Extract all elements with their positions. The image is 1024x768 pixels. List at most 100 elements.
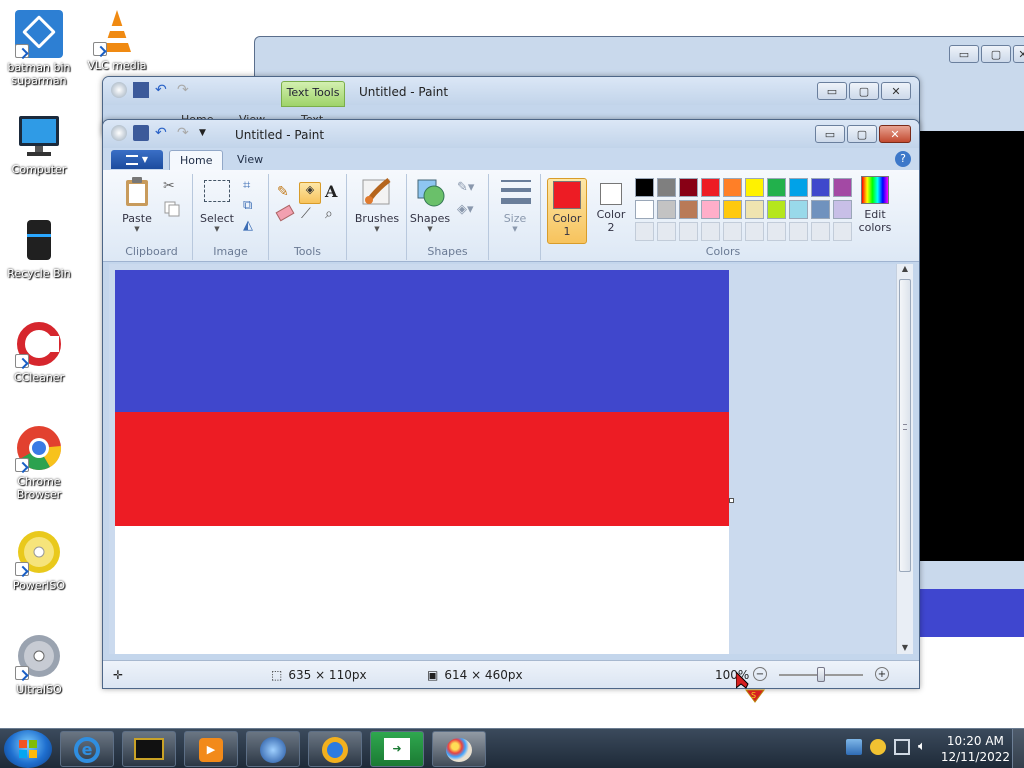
palette-swatch[interactable] [657, 222, 676, 241]
minimize-button[interactable]: ▭ [815, 125, 845, 143]
taskbar-ccleaner-browser[interactable] [308, 731, 362, 767]
magnifier-icon[interactable]: ⌕ [325, 206, 343, 224]
palette-swatch[interactable] [635, 200, 654, 219]
scroll-up-arrow[interactable]: ▲ [897, 264, 913, 273]
cut-icon[interactable]: ✂ [163, 178, 181, 196]
palette-swatch[interactable] [789, 178, 808, 197]
taskbar-app-4[interactable] [246, 731, 300, 767]
zoom-slider-thumb[interactable] [817, 667, 825, 682]
paint-menu-button[interactable]: ▼ [111, 150, 163, 169]
canvas-resize-handle[interactable] [729, 498, 734, 503]
show-desktop-button[interactable] [1012, 729, 1024, 768]
taskbar-app-6[interactable]: ➜ [370, 731, 424, 767]
color-picker-icon[interactable]: ⟋ [301, 206, 319, 224]
palette-swatch[interactable] [789, 222, 808, 241]
palette-swatch[interactable] [723, 178, 742, 197]
canvas-area[interactable]: ▲ ▼ [109, 264, 913, 654]
undo-icon[interactable]: ↶ [155, 82, 171, 98]
palette-swatch[interactable] [767, 178, 786, 197]
palette-swatch[interactable] [745, 178, 764, 197]
edit-colors-button[interactable]: Edit colors [851, 176, 899, 234]
save-icon[interactable] [133, 82, 149, 98]
taskbar-media-player[interactable]: ▶ [184, 731, 238, 767]
taskbar-media-app[interactable] [122, 731, 176, 767]
redo-icon[interactable]: ↷ [177, 82, 193, 98]
rotate-icon[interactable]: ◭ [243, 218, 261, 236]
desktop-icon-vlc[interactable]: VLC media [79, 8, 155, 72]
palette-swatch[interactable] [679, 178, 698, 197]
action-center-icon[interactable] [846, 739, 862, 755]
palette-swatch[interactable] [833, 222, 852, 241]
palette-swatch[interactable] [657, 200, 676, 219]
help-icon[interactable]: ? [895, 151, 911, 167]
palette-swatch[interactable] [701, 200, 720, 219]
resize-icon[interactable]: ⧉ [243, 198, 261, 216]
close-button[interactable]: ✕ [1013, 45, 1024, 63]
size-button[interactable]: Size ▼ [493, 176, 537, 233]
palette-swatch[interactable] [701, 178, 720, 197]
tab-home[interactable]: Home [169, 150, 224, 170]
undo-icon[interactable]: ↶ [155, 125, 171, 141]
chevron-down-icon[interactable]: ▼ [199, 125, 215, 141]
maximize-button[interactable]: ▢ [847, 125, 877, 143]
maximize-button[interactable]: ▢ [981, 45, 1011, 63]
desktop-icon-ultraiso[interactable]: UltraISO [1, 632, 77, 696]
palette-swatch[interactable] [723, 222, 742, 241]
fill-bucket-icon[interactable]: ◈ [299, 182, 321, 204]
taskbar-paint[interactable] [432, 731, 486, 767]
palette-swatch[interactable] [679, 200, 698, 219]
palette-swatch[interactable] [811, 222, 830, 241]
palette-swatch[interactable] [767, 222, 786, 241]
zoom-slider[interactable] [779, 667, 863, 682]
close-button[interactable]: ✕ [879, 125, 911, 143]
palette-swatch[interactable] [767, 200, 786, 219]
palette-swatch[interactable] [811, 200, 830, 219]
palette-swatch[interactable] [679, 222, 698, 241]
crop-icon[interactable]: ⌗ [243, 178, 261, 196]
desktop-icon-chrome[interactable]: Chrome Browser [1, 424, 77, 501]
tab-view[interactable]: View [227, 150, 273, 170]
desktop-icon-batman[interactable]: batman bin suparman [1, 10, 77, 87]
scroll-thumb[interactable] [899, 279, 911, 572]
palette-swatch[interactable] [745, 222, 764, 241]
clock[interactable]: 10:20 AM 12/11/2022 [941, 733, 1010, 765]
outline-icon[interactable]: ✎▾ [457, 180, 475, 198]
eraser-icon[interactable] [275, 204, 295, 222]
palette-swatch[interactable] [833, 200, 852, 219]
palette-swatch[interactable] [789, 200, 808, 219]
close-button[interactable]: ✕ [881, 82, 911, 100]
palette-swatch[interactable] [745, 200, 764, 219]
minimize-button[interactable]: ▭ [817, 82, 847, 100]
desktop-icon-poweriso[interactable]: PowerISO [1, 528, 77, 592]
palette-swatch[interactable] [635, 178, 654, 197]
network-icon[interactable] [894, 739, 910, 755]
pencil-icon[interactable]: ✎ [277, 184, 295, 202]
minimize-button[interactable]: ▭ [949, 45, 979, 63]
palette-swatch[interactable] [723, 200, 742, 219]
desktop-icon-computer[interactable]: Computer [1, 112, 77, 176]
desktop-icon-ccleaner[interactable]: CCleaner [1, 320, 77, 384]
paste-button[interactable]: Paste ▼ [115, 176, 159, 233]
palette-swatch[interactable] [701, 222, 720, 241]
start-button[interactable] [4, 730, 52, 768]
text-tools-contextual-tab[interactable]: Text Tools [281, 81, 345, 107]
palette-swatch[interactable] [811, 178, 830, 197]
select-button[interactable]: Select ▼ [195, 176, 239, 233]
palette-swatch[interactable] [635, 222, 654, 241]
desktop-icon-recycle-bin[interactable]: Recycle Bin [1, 216, 77, 280]
security-icon[interactable] [870, 739, 886, 755]
redo-icon[interactable]: ↷ [177, 125, 193, 141]
copy-icon[interactable] [163, 200, 181, 218]
scroll-down-arrow[interactable]: ▼ [897, 643, 913, 652]
vertical-scrollbar[interactable]: ▲ ▼ [896, 264, 913, 654]
color2-button[interactable]: Color 2 [591, 178, 631, 244]
fill-icon[interactable]: ◈▾ [457, 202, 475, 220]
color1-button[interactable]: Color 1 [547, 178, 587, 244]
palette-swatch[interactable] [657, 178, 676, 197]
zoom-in-button[interactable]: + [875, 667, 889, 681]
brushes-button[interactable]: Brushes ▼ [351, 176, 403, 233]
text-tool-icon[interactable]: A [325, 182, 343, 201]
shapes-button[interactable]: Shapes ▼ [407, 176, 453, 233]
drawing-canvas[interactable] [115, 270, 729, 654]
taskbar-internet-explorer[interactable]: e [60, 731, 114, 767]
